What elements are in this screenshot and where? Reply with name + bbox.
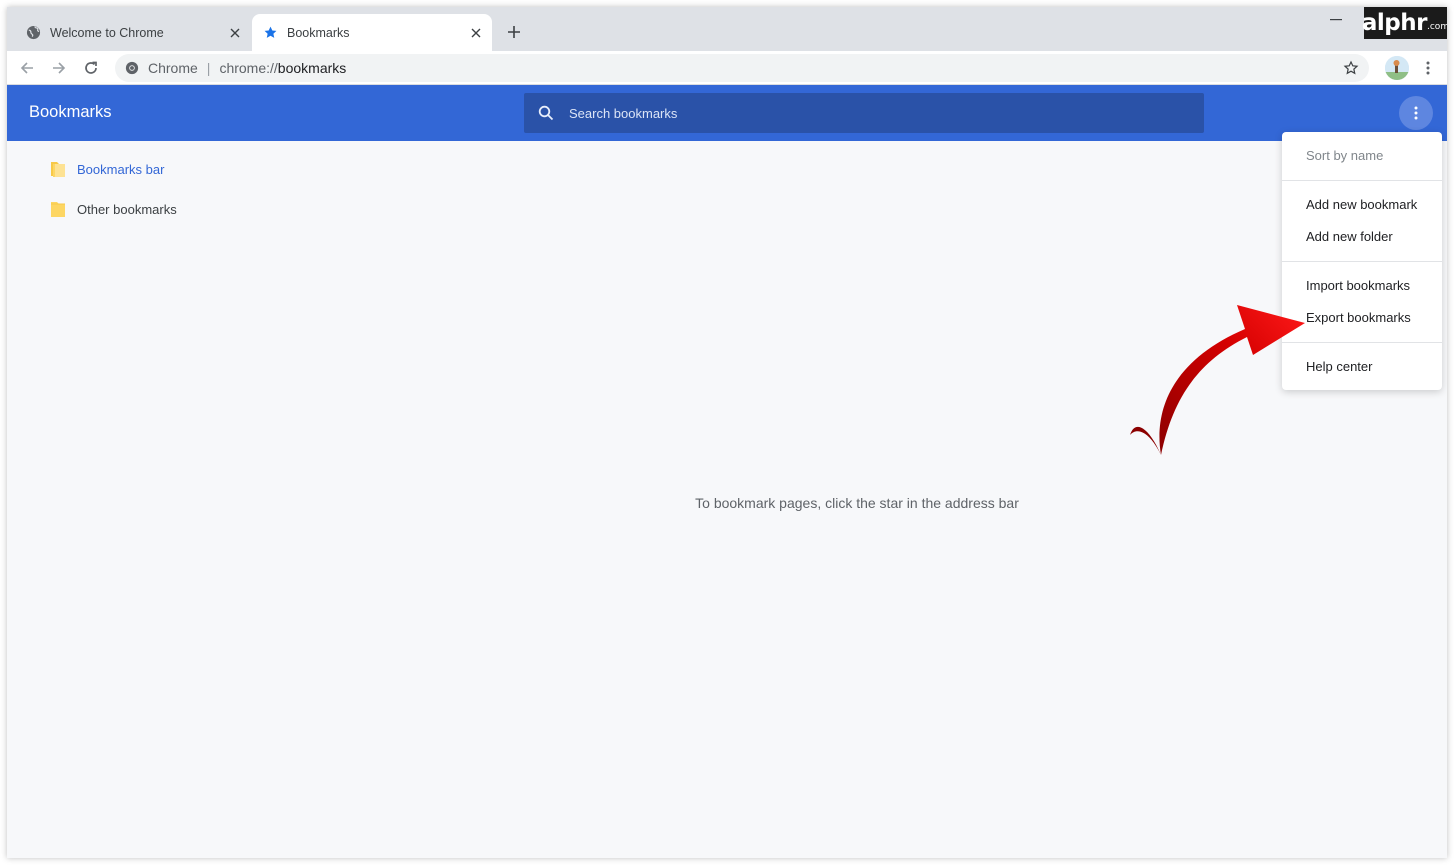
- tab-title: Welcome to Chrome: [50, 25, 164, 40]
- annotation-arrow-icon: [1130, 305, 1305, 455]
- omnibox-chip: Chrome: [148, 60, 198, 76]
- alphr-logo: alphr .com: [1361, 7, 1447, 39]
- search-box[interactable]: [524, 93, 1204, 133]
- menu-divider: [1282, 180, 1442, 181]
- folder-label: Other bookmarks: [77, 201, 177, 217]
- profile-avatar[interactable]: [1385, 56, 1409, 80]
- tab-welcome[interactable]: Welcome to Chrome: [15, 14, 251, 51]
- globe-icon: [25, 25, 41, 41]
- browser-toolbar: Chrome | chrome://bookmarks: [7, 51, 1447, 85]
- close-icon[interactable]: [225, 23, 245, 43]
- page-title: Bookmarks: [29, 103, 112, 121]
- tab-title: Bookmarks: [287, 25, 350, 40]
- chrome-menu-icon[interactable]: [1418, 56, 1438, 80]
- tab-strip: Welcome to Chrome Bookmarks alphr .com: [7, 7, 1447, 51]
- close-icon[interactable]: [466, 23, 486, 43]
- empty-state-message: To bookmark pages, click the star in the…: [695, 495, 1019, 511]
- chrome-icon: [124, 60, 140, 76]
- folder-open-icon: [51, 162, 65, 177]
- address-bar[interactable]: Chrome | chrome://bookmarks: [115, 54, 1369, 82]
- logo-text: alphr: [1361, 10, 1428, 36]
- reload-button[interactable]: [79, 56, 103, 80]
- new-tab-button[interactable]: [503, 21, 525, 43]
- logo-suffix: .com: [1427, 22, 1447, 32]
- back-button[interactable]: [15, 56, 39, 80]
- folder-bookmarks-bar[interactable]: Bookmarks bar: [50, 158, 164, 180]
- organize-menu-button[interactable]: [1399, 96, 1433, 130]
- menu-item-export-bookmarks[interactable]: Export bookmarks: [1306, 310, 1411, 325]
- folder-icon: [51, 202, 65, 217]
- omnibox-divider: |: [206, 60, 211, 76]
- menu-item-add-new-folder[interactable]: Add new folder: [1306, 229, 1393, 244]
- folder-label: Bookmarks bar: [77, 161, 165, 177]
- menu-item-add-new-bookmark[interactable]: Add new bookmark: [1306, 197, 1417, 212]
- browser-window: Welcome to Chrome Bookmarks alphr .com C…: [7, 7, 1447, 858]
- star-icon: [262, 25, 278, 41]
- menu-divider: [1282, 261, 1442, 262]
- bookmark-star-icon[interactable]: [1341, 58, 1361, 78]
- bookmarks-header: Bookmarks: [7, 85, 1447, 141]
- tab-bookmarks[interactable]: Bookmarks: [252, 14, 492, 51]
- menu-item-import-bookmarks[interactable]: Import bookmarks: [1306, 278, 1410, 293]
- search-icon: [537, 104, 555, 122]
- url-text: chrome://bookmarks: [219, 60, 347, 76]
- folder-other-bookmarks[interactable]: Other bookmarks: [50, 198, 177, 220]
- menu-item-sort-by-name[interactable]: Sort by name: [1306, 148, 1383, 163]
- search-input[interactable]: [569, 105, 1169, 121]
- minimize-button[interactable]: [1325, 11, 1347, 29]
- forward-button[interactable]: [47, 56, 71, 80]
